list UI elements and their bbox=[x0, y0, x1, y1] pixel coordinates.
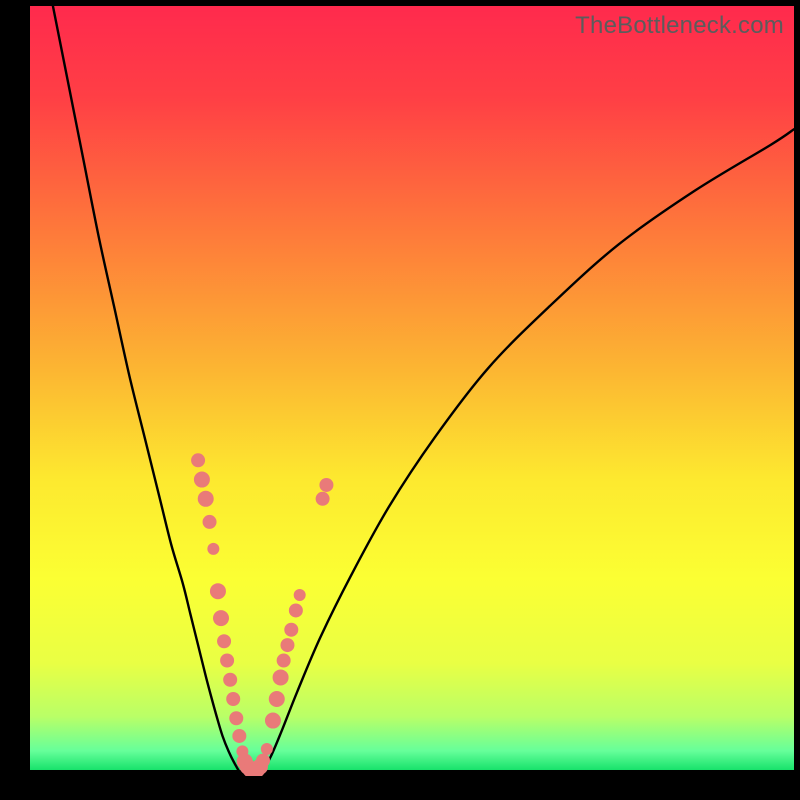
data-marker bbox=[191, 453, 205, 467]
data-marker bbox=[289, 603, 303, 617]
data-marker bbox=[194, 472, 210, 488]
data-marker bbox=[277, 654, 291, 668]
bottleneck-curve bbox=[30, 6, 794, 776]
curve-path bbox=[53, 6, 794, 776]
plot-area: TheBottleneck.com bbox=[30, 6, 794, 776]
data-marker bbox=[273, 669, 289, 685]
data-marker bbox=[280, 638, 294, 652]
data-marker bbox=[229, 711, 243, 725]
data-marker bbox=[223, 673, 237, 687]
chart-frame: TheBottleneck.com bbox=[0, 0, 800, 800]
data-marker bbox=[269, 691, 285, 707]
data-marker bbox=[261, 743, 273, 755]
data-marker bbox=[319, 478, 333, 492]
data-marker bbox=[207, 543, 219, 555]
data-marker bbox=[284, 623, 298, 637]
data-marker bbox=[294, 589, 306, 601]
data-marker bbox=[265, 713, 281, 729]
data-marker bbox=[256, 754, 270, 768]
data-marker bbox=[232, 729, 246, 743]
data-marker bbox=[220, 654, 234, 668]
data-marker bbox=[198, 491, 214, 507]
data-marker bbox=[203, 515, 217, 529]
data-marker bbox=[316, 492, 330, 506]
data-marker bbox=[213, 610, 229, 626]
data-marker bbox=[217, 634, 231, 648]
data-marker bbox=[210, 583, 226, 599]
data-marker bbox=[226, 692, 240, 706]
watermark-text: TheBottleneck.com bbox=[575, 12, 784, 40]
